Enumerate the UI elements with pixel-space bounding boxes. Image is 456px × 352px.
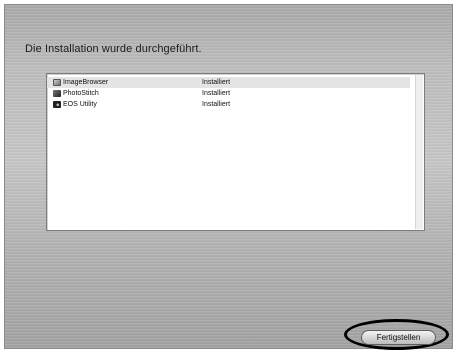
software-name: EOS Utility	[63, 101, 97, 108]
eos-utility-app-icon	[53, 101, 61, 108]
installer-window: Die Installation wurde durchgeführt. Ima…	[4, 4, 453, 349]
software-name: ImageBrowser	[63, 79, 109, 86]
completion-title: Die Installation wurde durchgeführt.	[25, 43, 202, 55]
finish-button[interactable]: Fertigstellen	[361, 330, 436, 345]
list-scrollbar[interactable]	[415, 75, 423, 229]
software-status: Installiert	[202, 79, 231, 86]
installed-software-list[interactable]: ImageBrowser Installiert PhotoStitch Ins…	[46, 73, 425, 231]
software-status: Installiert	[202, 90, 231, 97]
software-status: Installiert	[202, 101, 231, 108]
list-item[interactable]: EOS Utility Installiert	[47, 99, 410, 110]
list-item[interactable]: ImageBrowser Installiert	[47, 77, 410, 88]
software-name: PhotoStitch	[63, 90, 99, 97]
photostitch-app-icon	[53, 90, 61, 97]
list-rows: ImageBrowser Installiert PhotoStitch Ins…	[47, 77, 410, 110]
list-item[interactable]: PhotoStitch Installiert	[47, 88, 410, 99]
imagebrowser-app-icon	[53, 79, 61, 86]
